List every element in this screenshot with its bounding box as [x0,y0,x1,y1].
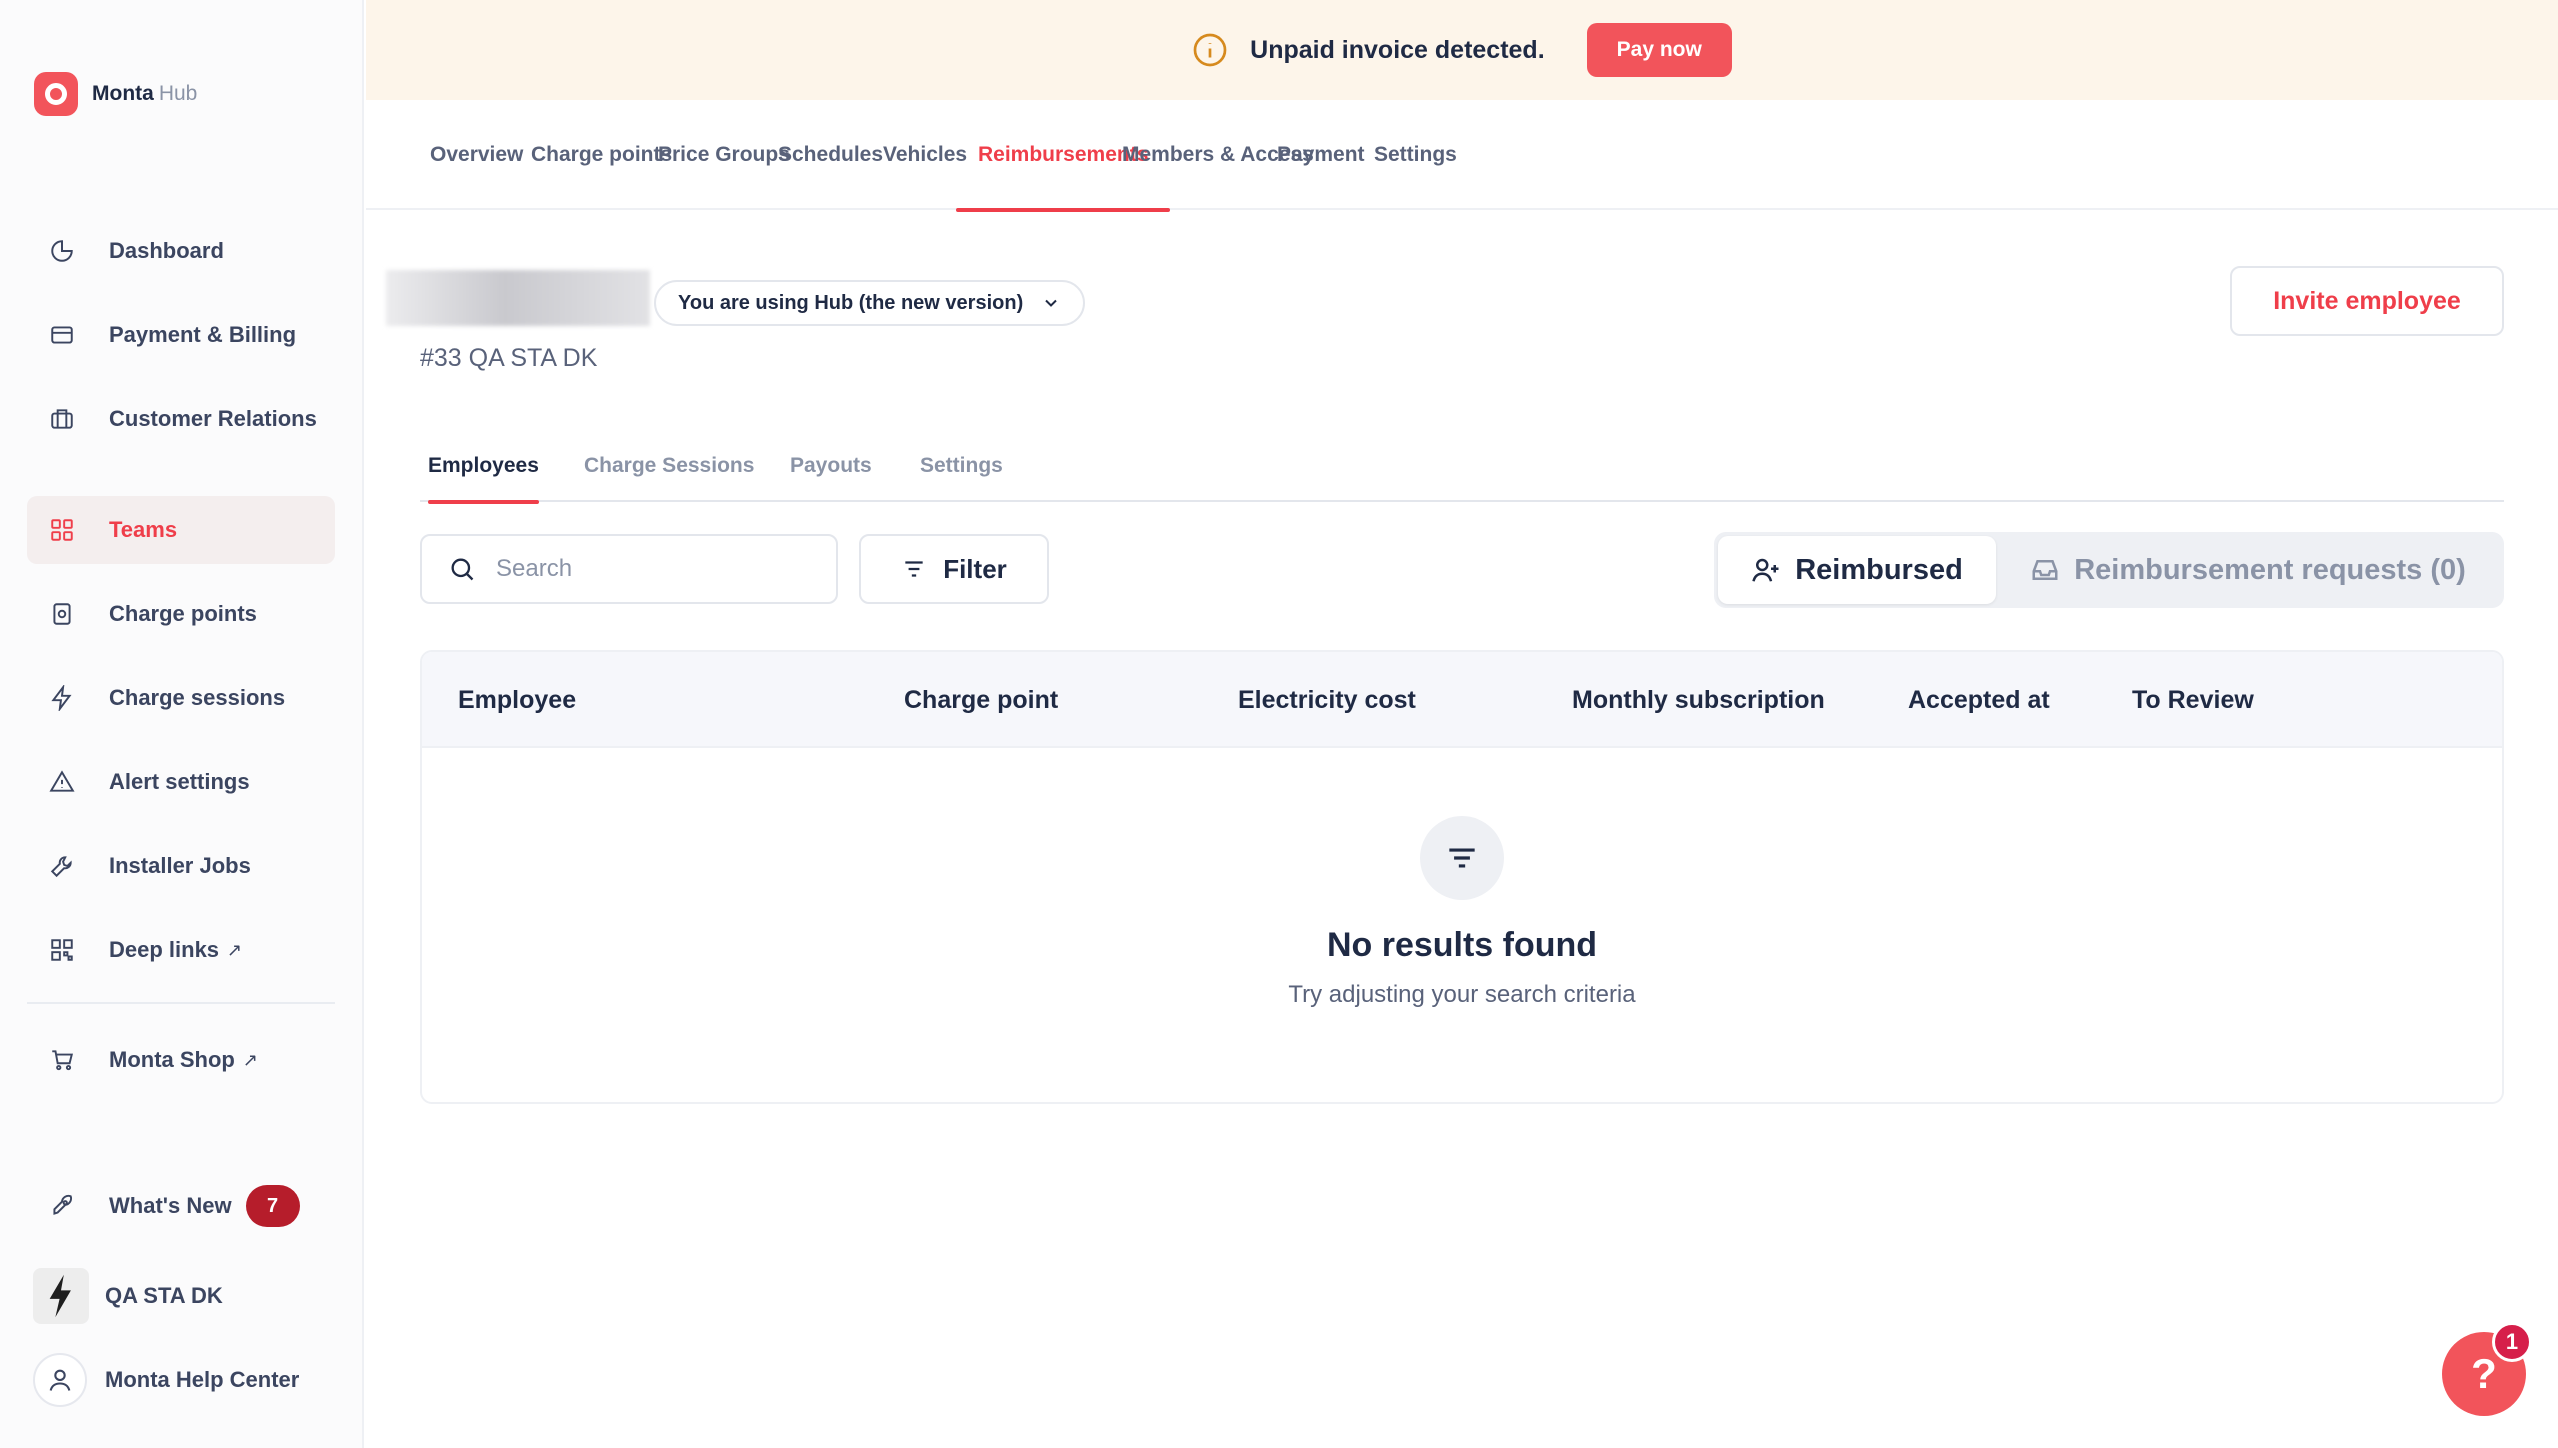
sidebar-item-payment-billing[interactable]: Payment & Billing [27,301,335,369]
subtab-charge-sessions[interactable]: Charge Sessions [584,430,754,502]
charger-icon [49,601,75,627]
reimbursement-subtabs: Employees Charge Sessions Payouts Settin… [420,430,2504,504]
empty-state-title: No results found [1326,926,1598,964]
org-name: QA STA DK [105,1283,223,1308]
team-code: #33 QA STA DK [420,344,598,372]
monta-logo[interactable]: Monta Hub [34,72,197,116]
table-header: Employee Charge point Electricity cost M… [422,652,2502,748]
pay-now-button[interactable]: Pay now [1586,23,1732,77]
sidebar-item-customer-relations[interactable]: Customer Relations [27,385,335,453]
sidebar: Monta Hub Dashboard Payment & Billing Cus… [0,0,364,1448]
column-monthly-subscription[interactable]: Monthly subscription [1572,652,1825,748]
subtab-settings[interactable]: Settings [920,430,1003,502]
sidebar-item-whats-new[interactable]: What's New 7 [27,1172,335,1240]
filter-icon [1420,816,1504,900]
external-link-icon: ↗ [227,939,243,960]
team-tabs: Overview Charge points Price Groups Sche… [366,100,2558,212]
sidebar-item-installer-jobs[interactable]: Installer Jobs [27,832,335,900]
search-placeholder: Search [496,555,573,582]
sidebar-item-help-center[interactable]: Monta Help Center [27,1346,335,1414]
sidebar-item-label: Monta Help Center [105,1367,300,1392]
bolt-icon [49,685,75,711]
search-icon [451,558,474,581]
user-icon [33,1353,87,1407]
org-avatar [33,1268,89,1324]
sidebar-item-label: Dashboard [109,238,224,263]
employees-table: Employee Charge point Electricity cost M… [420,650,2504,1104]
invite-employee-button[interactable]: Invite employee [2230,266,2504,336]
sidebar-item-label: Teams [109,517,178,542]
sidebar-item-label: Monta Shop [109,1047,235,1072]
reimbursed-label: Reimbursed [1795,553,1963,586]
brand-name: Monta [92,82,154,105]
alert-triangle-icon [49,769,75,795]
brand-suffix: Hub [158,82,198,105]
sidebar-item-label: Payment & Billing [109,322,297,347]
sidebar-item-label: Charge sessions [109,685,286,710]
sidebar-item-label: Alert settings [109,769,250,794]
column-accepted-at[interactable]: Accepted at [1908,652,2050,748]
subtab-employees[interactable]: Employees [428,430,539,504]
filter-button[interactable]: Filter [859,534,1049,604]
team-name-redacted [386,270,650,326]
sidebar-item-monta-shop[interactable]: Monta Shop ↗ [27,1026,335,1094]
inbox-icon [2032,560,2058,580]
column-to-review[interactable]: To Review [2132,652,2254,748]
sidebar-item-deep-links[interactable]: Deep links ↗ [27,916,335,984]
help-notification-badge: 1 [2492,1322,2532,1362]
external-link-icon: ↗ [242,1049,258,1070]
search-input[interactable]: Search [420,534,838,604]
column-electricity-cost[interactable]: Electricity cost [1238,652,1416,748]
empty-state: No results found Try adjusting your sear… [422,816,2502,1009]
unpaid-invoice-banner: Unpaid invoice detected. Pay now [366,0,2558,100]
qr-code-icon [49,937,75,963]
info-icon [1193,33,1227,67]
reimbursed-toggle[interactable]: Reimbursed [1718,536,1996,604]
reimbursement-requests-label: Reimbursement requests (0) [2074,553,2466,586]
sidebar-item-label: What's New [109,1193,232,1218]
empty-state-subtitle: Try adjusting your search criteria [1288,981,1636,1008]
sidebar-item-alert-settings[interactable]: Alert settings [27,748,335,816]
version-selector[interactable]: You are using Hub (the new version) [654,280,1086,326]
sidebar-item-org-switcher[interactable]: QA STA DK [27,1262,335,1330]
sidebar-item-label: Deep links [109,937,220,962]
reimbursement-requests-toggle[interactable]: Reimbursement requests (0) [1996,536,2500,604]
sidebar-item-teams[interactable]: Teams [27,496,335,564]
banner-message: Unpaid invoice detected. [1250,35,1545,64]
sidebar-item-charge-sessions[interactable]: Charge sessions [27,664,335,732]
pie-chart-icon [49,238,75,264]
sidebar-item-label: Installer Jobs [109,853,251,878]
reimbursement-view-toggle: Reimbursed Reimbursement requests (0) [1714,532,2504,608]
whats-new-count-badge: 7 [245,1185,300,1227]
user-plus-icon [1752,558,1779,582]
column-employee[interactable]: Employee [458,652,576,748]
credit-card-icon [49,322,75,348]
sidebar-divider [27,1002,335,1004]
rocket-icon [49,1193,75,1219]
monta-logo-icon [34,72,78,116]
sidebar-item-label: Charge points [109,601,257,626]
column-charge-point[interactable]: Charge point [904,652,1058,748]
briefcase-icon [49,406,75,432]
chevron-down-icon [1045,299,1057,307]
filter-label: Filter [943,553,1007,584]
sidebar-item-dashboard[interactable]: Dashboard [27,217,335,285]
grid-icon [49,517,75,543]
sidebar-item-charge-points[interactable]: Charge points [27,580,335,648]
wrench-icon [49,853,75,879]
sidebar-item-label: Customer Relations [109,406,317,431]
version-label: You are using Hub (the new version) [678,291,1024,314]
filter-icon [905,561,923,577]
cart-icon [49,1047,75,1073]
tab-settings[interactable]: Settings [1352,100,1479,210]
subtab-payouts[interactable]: Payouts [790,430,872,502]
